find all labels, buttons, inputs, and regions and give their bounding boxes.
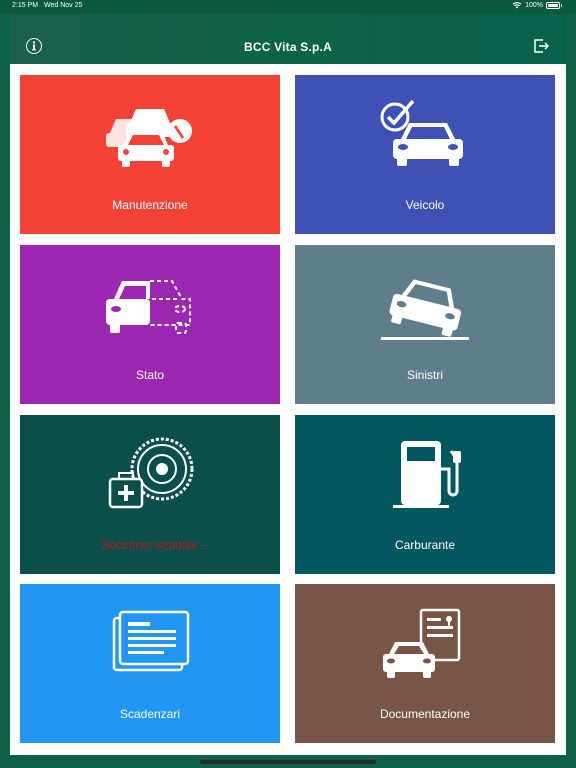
tile-label: Sinistri — [406, 368, 443, 382]
car-document-icon — [383, 608, 461, 678]
status-right: 100% — [512, 1, 562, 9]
battery-percent: 100% — [525, 1, 543, 9]
tile-veicolo[interactable]: Veicolo — [295, 75, 555, 234]
tile-documentazione[interactable]: Documentazione — [295, 584, 555, 743]
home-indicator[interactable] — [200, 760, 376, 764]
tile-scadenzari[interactable]: Scadenzari — [20, 584, 280, 743]
wifi-icon — [512, 2, 522, 9]
tile-label: Stato — [135, 368, 165, 382]
car-accident-icon — [381, 279, 469, 340]
tile-sinistri[interactable]: Sinistri — [295, 245, 555, 404]
tile-label: Documentazione — [379, 707, 471, 721]
tile-stato[interactable]: Stato — [20, 245, 280, 404]
tire-first-aid-icon — [108, 437, 194, 509]
cars-wrench-icon — [106, 109, 192, 167]
logout-icon[interactable] — [532, 37, 550, 55]
battery-cap — [561, 3, 562, 7]
status-bar: 2:15 PM Wed Nov 25 100% — [0, 0, 576, 14]
status-date: Wed Nov 25 — [44, 2, 83, 9]
tile-carburante[interactable]: Carburante — [295, 415, 555, 574]
tile-label: Carburante — [394, 538, 456, 552]
battery-icon — [546, 1, 560, 9]
tile-manutenzione[interactable]: Manutenzione — [20, 75, 280, 234]
tile-grid: Manutenzione Veicolo Stato Sinistri Socc… — [10, 64, 566, 755]
tile-label: Veicolo — [405, 198, 445, 212]
tile-label: Manutenzione — [112, 198, 188, 212]
documents-list-icon — [112, 610, 190, 672]
car-check-icon — [380, 99, 463, 166]
tile-label: Scadenzari — [119, 707, 181, 721]
tile-soccorso-stradale[interactable]: Soccorso stradale — [20, 415, 280, 574]
status-time: 2:15 PM — [12, 2, 39, 9]
navigation-bar: BCC Vita S.p.A — [10, 14, 566, 64]
car-status-icon — [106, 280, 191, 334]
fuel-pump-icon — [393, 441, 461, 508]
page-title: BCC Vita S.p.A — [244, 40, 332, 54]
tile-label: Soccorso stradale — [101, 538, 199, 552]
